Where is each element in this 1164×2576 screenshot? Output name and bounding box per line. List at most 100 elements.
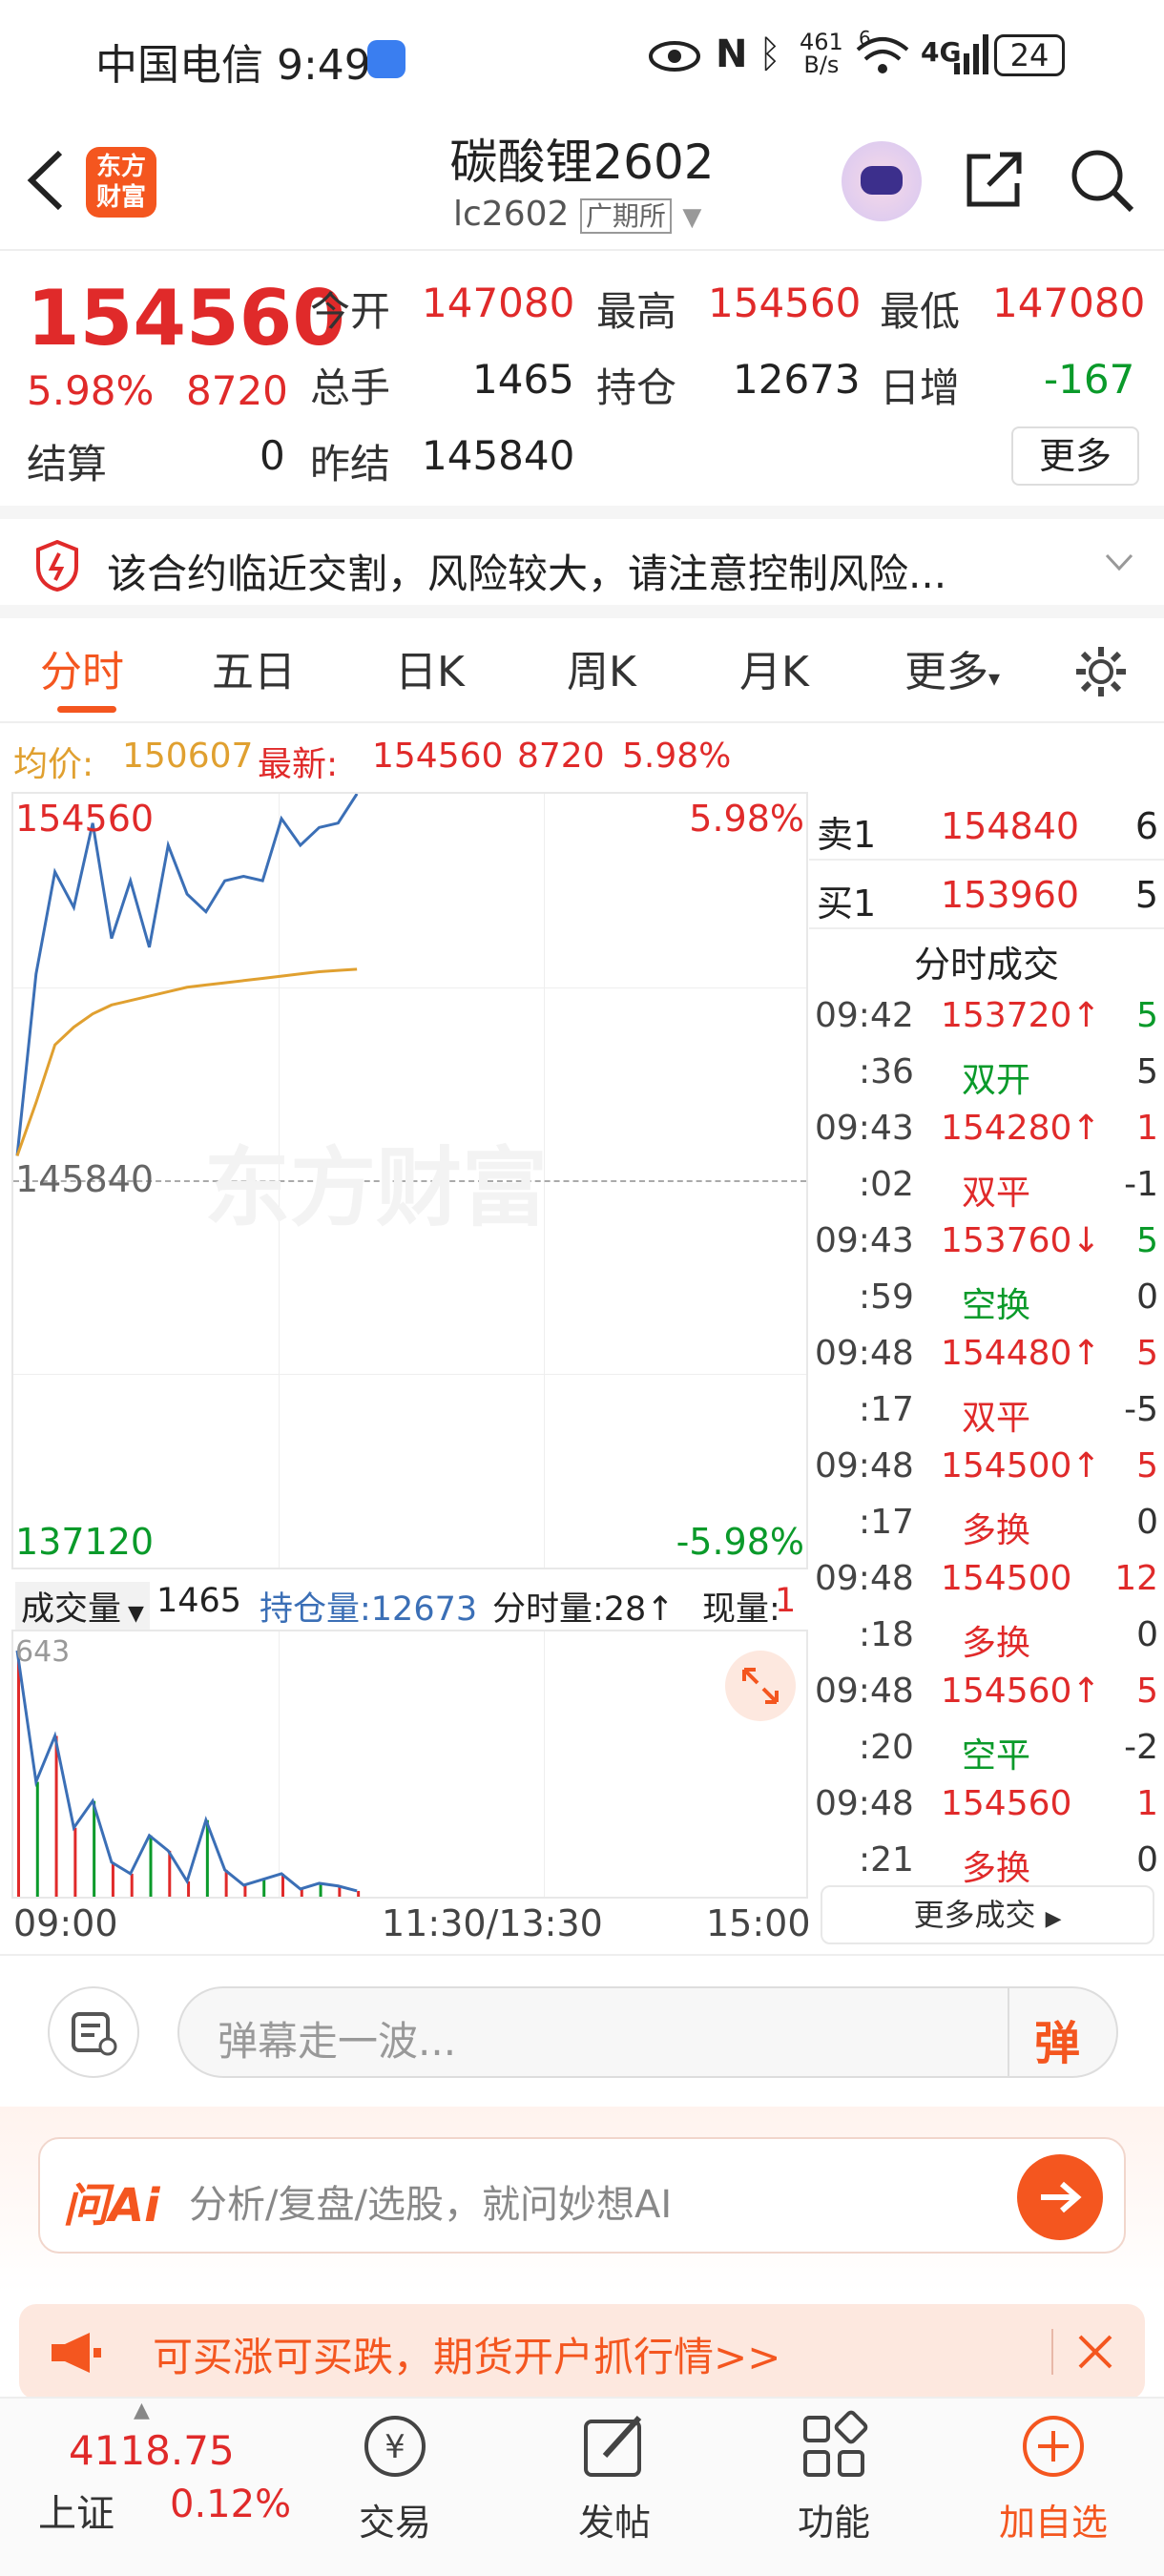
tick-qty: 5 (1136, 1334, 1158, 1373)
daily-inc-label: 日增 (880, 364, 961, 411)
notice-text: 该合约临近交割，风险较大，请注意控制风险... (107, 551, 947, 597)
volume-selector[interactable]: 成交量 ▼ (15, 1582, 150, 1631)
volume-bar (243, 1884, 247, 1897)
tick-row: 09:48 154480↑ 5 (809, 1326, 1164, 1382)
megaphone-icon (52, 2333, 101, 2373)
volume-bar (54, 1735, 58, 1897)
latest-pct: 5.98% (622, 737, 732, 776)
volume-max-label: 643 (15, 1635, 71, 1669)
tick-qty: -2 (1124, 1728, 1158, 1767)
tick-qty: 0 (1136, 1503, 1158, 1542)
tick-qty: 0 (1136, 1840, 1158, 1880)
index-value: 4118.75 (69, 2427, 235, 2474)
expand-icon[interactable] (725, 1651, 796, 1721)
svg-text:¥: ¥ (385, 2428, 405, 2466)
nav-post[interactable]: 发帖 (519, 2408, 710, 2545)
tick-value: 空平 (962, 1736, 1031, 1776)
tick-value: 多换 (962, 1511, 1031, 1550)
volume-bar (168, 1850, 172, 1897)
tick-value: 多换 (962, 1849, 1031, 1888)
arrow-right-icon[interactable] (1017, 2154, 1103, 2240)
tick-time: :17 (859, 1390, 914, 1429)
tick-volume: 分时量:28↑ (492, 1590, 675, 1629)
signal-icon (954, 34, 988, 74)
danmu-toggle-button[interactable]: 弹 (1034, 2005, 1080, 2072)
ask-price: 154840 (941, 805, 1080, 847)
risk-notice[interactable]: 该合约临近交割，风险较大，请注意控制风险... (0, 506, 1164, 618)
caret-up-icon: ▲ (134, 2399, 150, 2422)
nfc-icon: N (716, 32, 748, 76)
axis-mid-price: 145840 (15, 1158, 155, 1200)
tab-weekly-k[interactable]: 周K (567, 637, 636, 698)
tab-five-day[interactable]: 五日 (212, 637, 296, 698)
volume-value: 1465 (156, 1582, 242, 1620)
change-amount: 8720 (186, 367, 288, 414)
tick-row: :02 双平 -1 (809, 1157, 1164, 1214)
tab-intraday[interactable]: 分时 (40, 637, 124, 698)
x-start: 09:00 (13, 1902, 118, 1944)
more-quote-button[interactable]: 更多 (1011, 426, 1139, 486)
tick-row: 09:48 154560↑ 5 (809, 1664, 1164, 1720)
shield-warning-icon (36, 540, 78, 592)
ai-input[interactable]: 问Ai 分析/复盘/选股，就问妙想AI (38, 2137, 1126, 2254)
search-icon[interactable] (1069, 147, 1135, 214)
active-tab-indicator (57, 706, 116, 713)
tick-qty: 5 (1136, 1221, 1158, 1260)
promo-banner[interactable]: 可买涨可买跌，期货开户抓行情>> (19, 2304, 1145, 2399)
nav-trade[interactable]: ¥ 交易 (300, 2408, 490, 2545)
tick-time: :36 (859, 1052, 914, 1091)
tick-value: 153760↓ (941, 1221, 1101, 1260)
volume-label: 总手 (310, 364, 391, 411)
latest-value: 154560 (372, 737, 504, 776)
last-price: 154560 (27, 274, 345, 363)
bid-label: 买1 (817, 883, 877, 924)
tab-daily-k[interactable]: 日K (395, 637, 465, 698)
tick-time: 09:43 (815, 1221, 914, 1260)
net-speed: 461 B/s (800, 29, 843, 78)
index-ticker[interactable]: ▲ 4118.75 上证 0.12% (0, 2399, 291, 2576)
volume-bar (17, 1651, 20, 1897)
tick-time: 09:48 (815, 1672, 914, 1711)
danmu-list-icon[interactable] (48, 1986, 139, 2078)
ask-row: 卖1 154840 6 (809, 792, 1164, 861)
status-bar: 中国电信 9:49 N ᛒ 461 B/s 6 4G 24 (0, 0, 1164, 113)
bid-price: 153960 (941, 874, 1080, 916)
tick-value: 双平 (962, 1399, 1031, 1438)
contract-code[interactable]: lc2602 广期所 ▼ (453, 195, 701, 234)
close-icon[interactable] (1076, 2333, 1114, 2371)
more-ticks-button[interactable]: 更多成交 ▶ (821, 1885, 1154, 1944)
time-axis: 09:00 11:30/13:30 15:00 (0, 1899, 811, 1951)
x-end: 15:00 (706, 1902, 811, 1944)
volume-chart[interactable]: 643 (11, 1630, 808, 1899)
nav-add-watchlist[interactable]: 加自选 (958, 2408, 1149, 2545)
tick-value: 154560 (941, 1784, 1072, 1823)
nav-function[interactable]: 功能 (738, 2408, 929, 2545)
share-icon[interactable] (964, 149, 1025, 210)
bottom-nav: ▲ 4118.75 上证 0.12% ¥ 交易 发帖 功能 加自选 (0, 2397, 1164, 2576)
tab-monthly-k[interactable]: 月K (739, 637, 809, 698)
intraday-chart[interactable]: 东方财富 154560 5.98% 145840 137120 -5.98% (11, 792, 808, 1569)
robot-avatar-icon[interactable] (842, 141, 922, 221)
tick-row: :36 双开 5 (809, 1045, 1164, 1101)
tick-row: 09:48 154560 1 (809, 1776, 1164, 1833)
index-name: 上证 (38, 2492, 114, 2536)
low-value: 147080 (992, 280, 1146, 326)
tick-row: :18 多换 0 (809, 1608, 1164, 1664)
dropdown-icon: ▼ (682, 203, 702, 232)
tick-value: 双平 (962, 1174, 1031, 1213)
ticks-title: 分时成交 (913, 944, 1059, 986)
open-label: 今开 (310, 288, 391, 335)
carrier-time: 中国电信 9:49 (95, 41, 371, 90)
tick-value: 154560↑ (941, 1672, 1101, 1711)
oi-label: 持仓 (596, 364, 677, 411)
tick-value: 154500↑ (941, 1446, 1101, 1485)
high-value: 154560 (708, 280, 862, 326)
tick-time: 09:48 (815, 1784, 914, 1823)
axis-bottom-price: 137120 (15, 1521, 155, 1563)
gear-icon[interactable] (1072, 643, 1130, 700)
tick-value: 空换 (962, 1286, 1031, 1325)
tick-time: :02 (859, 1165, 914, 1204)
x-mid: 11:30/13:30 (382, 1902, 603, 1944)
tab-more[interactable]: 更多▾ (904, 637, 1000, 698)
danmu-input[interactable]: 弹幕走一波... 弹 (177, 1986, 1118, 2078)
